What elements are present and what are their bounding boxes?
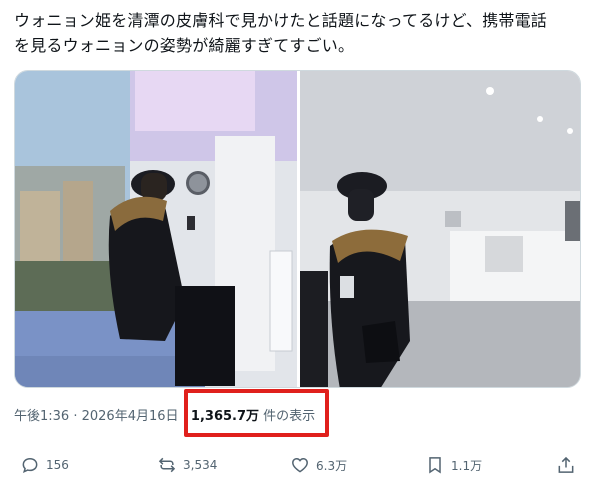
photo-left[interactable] (15, 71, 297, 387)
post-time[interactable]: 午後1:36 (14, 409, 69, 424)
media-grid (14, 70, 581, 388)
reply-count: 156 (46, 458, 69, 472)
reply-icon (22, 457, 38, 474)
like-button[interactable]: 6.3万 (290, 455, 347, 475)
bookmark-count: 1.1万 (451, 458, 483, 473)
repost-button[interactable]: 3,534 (157, 455, 217, 475)
photo-right-illustration (300, 71, 580, 387)
post-date[interactable]: 2026年4月16日 (82, 409, 179, 424)
repost-count: 3,534 (183, 458, 218, 472)
like-icon (292, 457, 308, 473)
action-bar: 156 3,534 6.3万 1.1万 (0, 450, 589, 483)
repost-icon (158, 457, 176, 473)
post-text-line-2: を見るウォニョンの姿勢が綺麗すぎてすごい。 (14, 36, 355, 55)
reply-button[interactable]: 156 (20, 455, 69, 475)
post-text-line-1: ウォニョン姫を清潭の皮膚科で見かけたと話題になってるけど、携帯電話 (14, 11, 548, 30)
meta-separator: · (69, 409, 82, 424)
bookmark-button[interactable]: 1.1万 (425, 455, 482, 475)
like-count: 6.3万 (316, 458, 348, 473)
share-button[interactable] (556, 455, 576, 475)
bookmark-icon (429, 457, 441, 474)
share-icon (558, 456, 574, 473)
photo-right[interactable] (300, 71, 580, 387)
views-highlight-box (184, 389, 329, 437)
photo-left-illustration (15, 71, 297, 387)
post-text: ウォニョン姫を清潭の皮膚科で見かけたと話題になってるけど、携帯電話 を見るウォニ… (14, 8, 574, 58)
